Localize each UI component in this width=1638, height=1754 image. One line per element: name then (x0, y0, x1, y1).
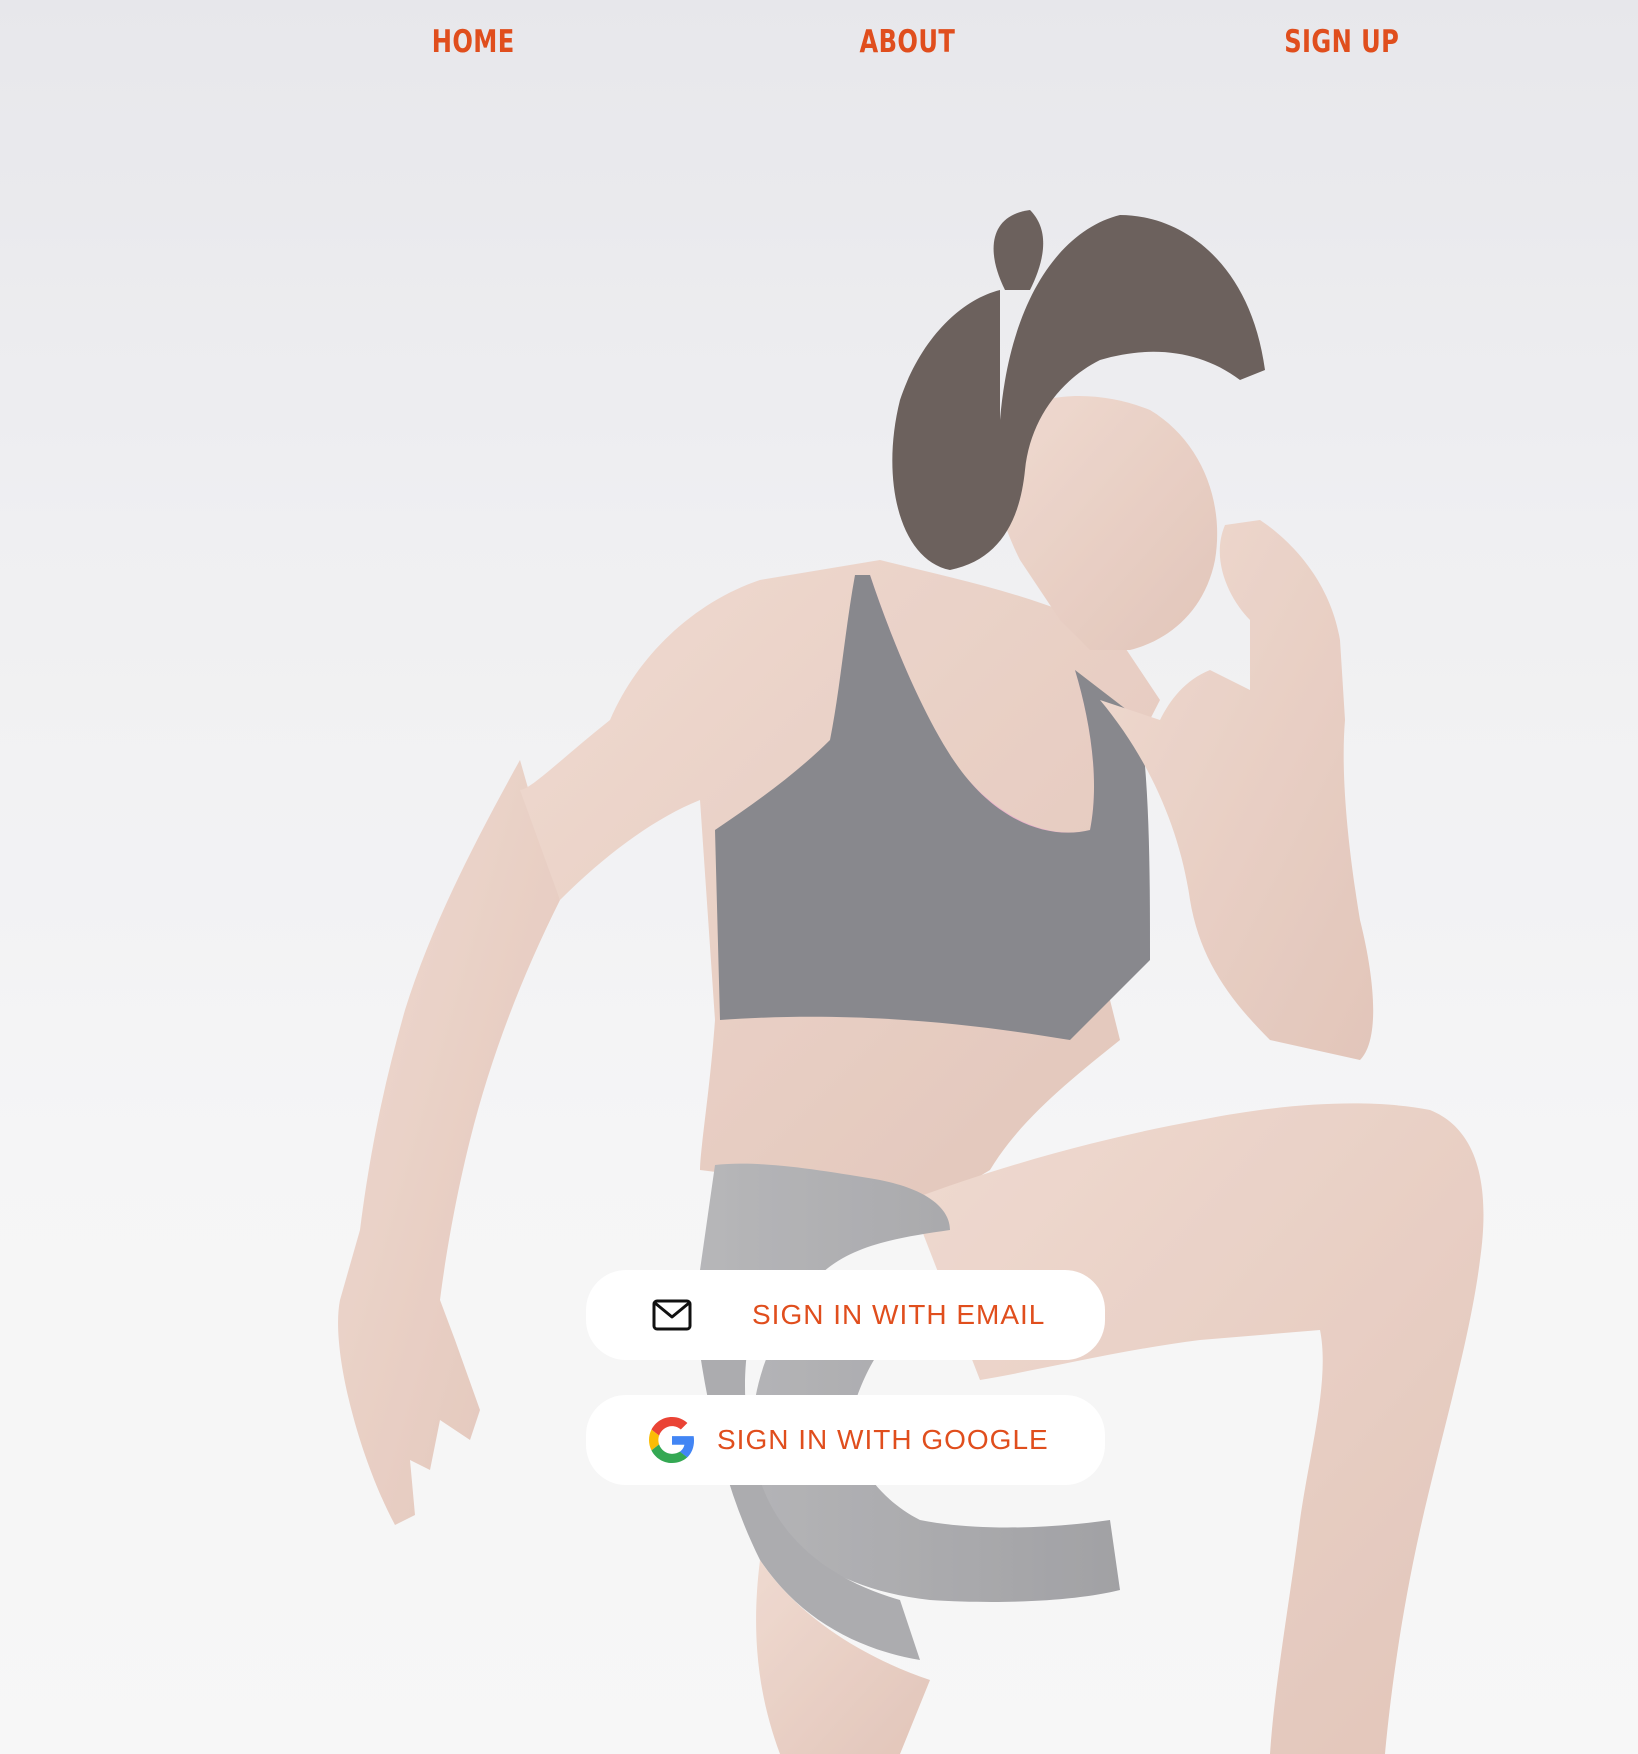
athlete-photo (0, 0, 1638, 1754)
hero-background (0, 0, 1638, 1754)
sign-in-email-label: SIGN IN WITH EMAIL (752, 1299, 1046, 1330)
mail-icon (652, 1299, 692, 1331)
sign-in-email-button[interactable]: SIGN IN WITH EMAIL (586, 1270, 1105, 1360)
sign-in-google-button[interactable]: SIGN IN WITH GOOGLE (586, 1395, 1105, 1485)
nav-home-link[interactable]: HOME (432, 24, 515, 60)
sign-in-google-label: SIGN IN WITH GOOGLE (717, 1424, 1049, 1455)
nav-about-link[interactable]: ABOUT (860, 24, 956, 60)
top-nav: HOME ABOUT SIGN UP (0, 0, 1638, 92)
nav-sign-up-link[interactable]: SIGN UP (1284, 24, 1399, 60)
google-icon (649, 1417, 695, 1463)
